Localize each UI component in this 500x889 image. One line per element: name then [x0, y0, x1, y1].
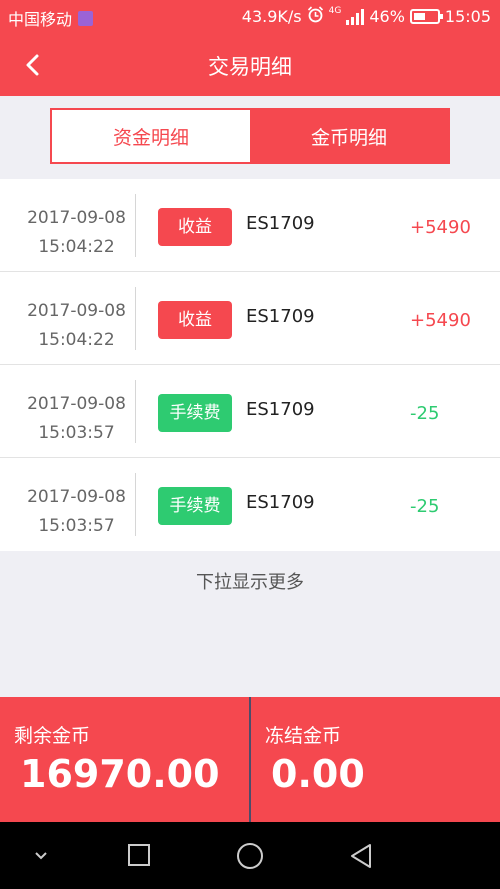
contract-code: ES1709 [246, 213, 315, 234]
list-item[interactable]: 2017-09-08 15:04:22 收益 ES1709 +5490 [0, 272, 500, 365]
status-bar: 中国移动 43.9K/s 4G 46% 15:05 [0, 0, 500, 33]
remaining-coins-label: 剩余金币 [14, 725, 91, 747]
divider [135, 380, 136, 443]
amount: -25 [410, 403, 440, 424]
type-badge: 收益 [158, 301, 232, 339]
balance-summary: 剩余金币 16970.00 冻结金币 0.00 [0, 697, 500, 822]
date-text: 2017-09-08 [27, 208, 126, 228]
type-badge: 手续费 [158, 394, 232, 432]
amount: +5490 [410, 310, 471, 331]
type-badge: 手续费 [158, 487, 232, 525]
divider [135, 194, 136, 257]
chevron-down-icon[interactable] [30, 844, 52, 870]
notification-icon [78, 10, 94, 26]
recents-square-icon[interactable] [127, 843, 151, 871]
date-text: 2017-09-08 [27, 394, 126, 414]
alarm-icon [307, 6, 324, 27]
transaction-list: 2017-09-08 15:04:22 收益 ES1709 +5490 2017… [0, 179, 500, 551]
tab-fund-details[interactable]: 资金明细 [52, 110, 250, 162]
remaining-coins-value: 16970.00 [20, 752, 220, 796]
frozen-coins-value: 0.00 [271, 752, 365, 796]
amount: +5490 [410, 217, 471, 238]
time-text: 15:03:57 [38, 423, 115, 443]
amount: -25 [410, 496, 440, 517]
segment-area: 资金明细 金币明细 [0, 96, 500, 178]
load-more-hint: 下拉显示更多 [196, 572, 304, 593]
home-circle-icon[interactable] [236, 842, 264, 874]
date-text: 2017-09-08 [27, 487, 126, 507]
datetime: 2017-09-08 15:04:22 [10, 297, 143, 355]
network-speed: 43.9K/s [241, 7, 302, 26]
time-text: 15:04:22 [38, 237, 115, 257]
datetime: 2017-09-08 15:03:57 [10, 390, 143, 448]
divider [135, 473, 136, 536]
remaining-coins-panel: 剩余金币 16970.00 [0, 697, 251, 822]
page-title: 交易明细 [208, 55, 292, 79]
divider [135, 287, 136, 350]
signal-icon [346, 8, 365, 25]
datetime: 2017-09-08 15:03:57 [10, 483, 143, 541]
time-text: 15:04:22 [38, 330, 115, 350]
carrier-name: 中国移动 [8, 10, 73, 29]
frozen-coins-panel: 冻结金币 0.00 [251, 697, 500, 822]
list-item[interactable]: 2017-09-08 15:03:57 手续费 ES1709 -25 [0, 458, 500, 551]
type-badge: 收益 [158, 208, 232, 246]
time-text: 15:03:57 [38, 516, 115, 536]
clock: 15:05 [444, 7, 491, 26]
datetime: 2017-09-08 15:04:22 [10, 204, 143, 262]
tab-coin-details[interactable]: 金币明细 [250, 110, 448, 162]
network-type: 4G [328, 6, 342, 16]
list-item[interactable]: 2017-09-08 15:04:22 收益 ES1709 +5490 [0, 179, 500, 272]
contract-code: ES1709 [246, 399, 315, 420]
segment-control: 资金明细 金币明细 [50, 108, 450, 164]
back-triangle-icon[interactable] [348, 842, 374, 874]
list-item[interactable]: 2017-09-08 15:03:57 手续费 ES1709 -25 [0, 365, 500, 458]
frozen-coins-label: 冻结金币 [265, 725, 342, 747]
date-text: 2017-09-08 [27, 301, 126, 321]
nav-bar: 交易明细 [0, 33, 500, 96]
contract-code: ES1709 [246, 492, 315, 513]
contract-code: ES1709 [246, 306, 315, 327]
battery-icon [409, 9, 443, 24]
system-nav-bar [0, 822, 500, 889]
battery-percent: 46% [369, 7, 405, 26]
